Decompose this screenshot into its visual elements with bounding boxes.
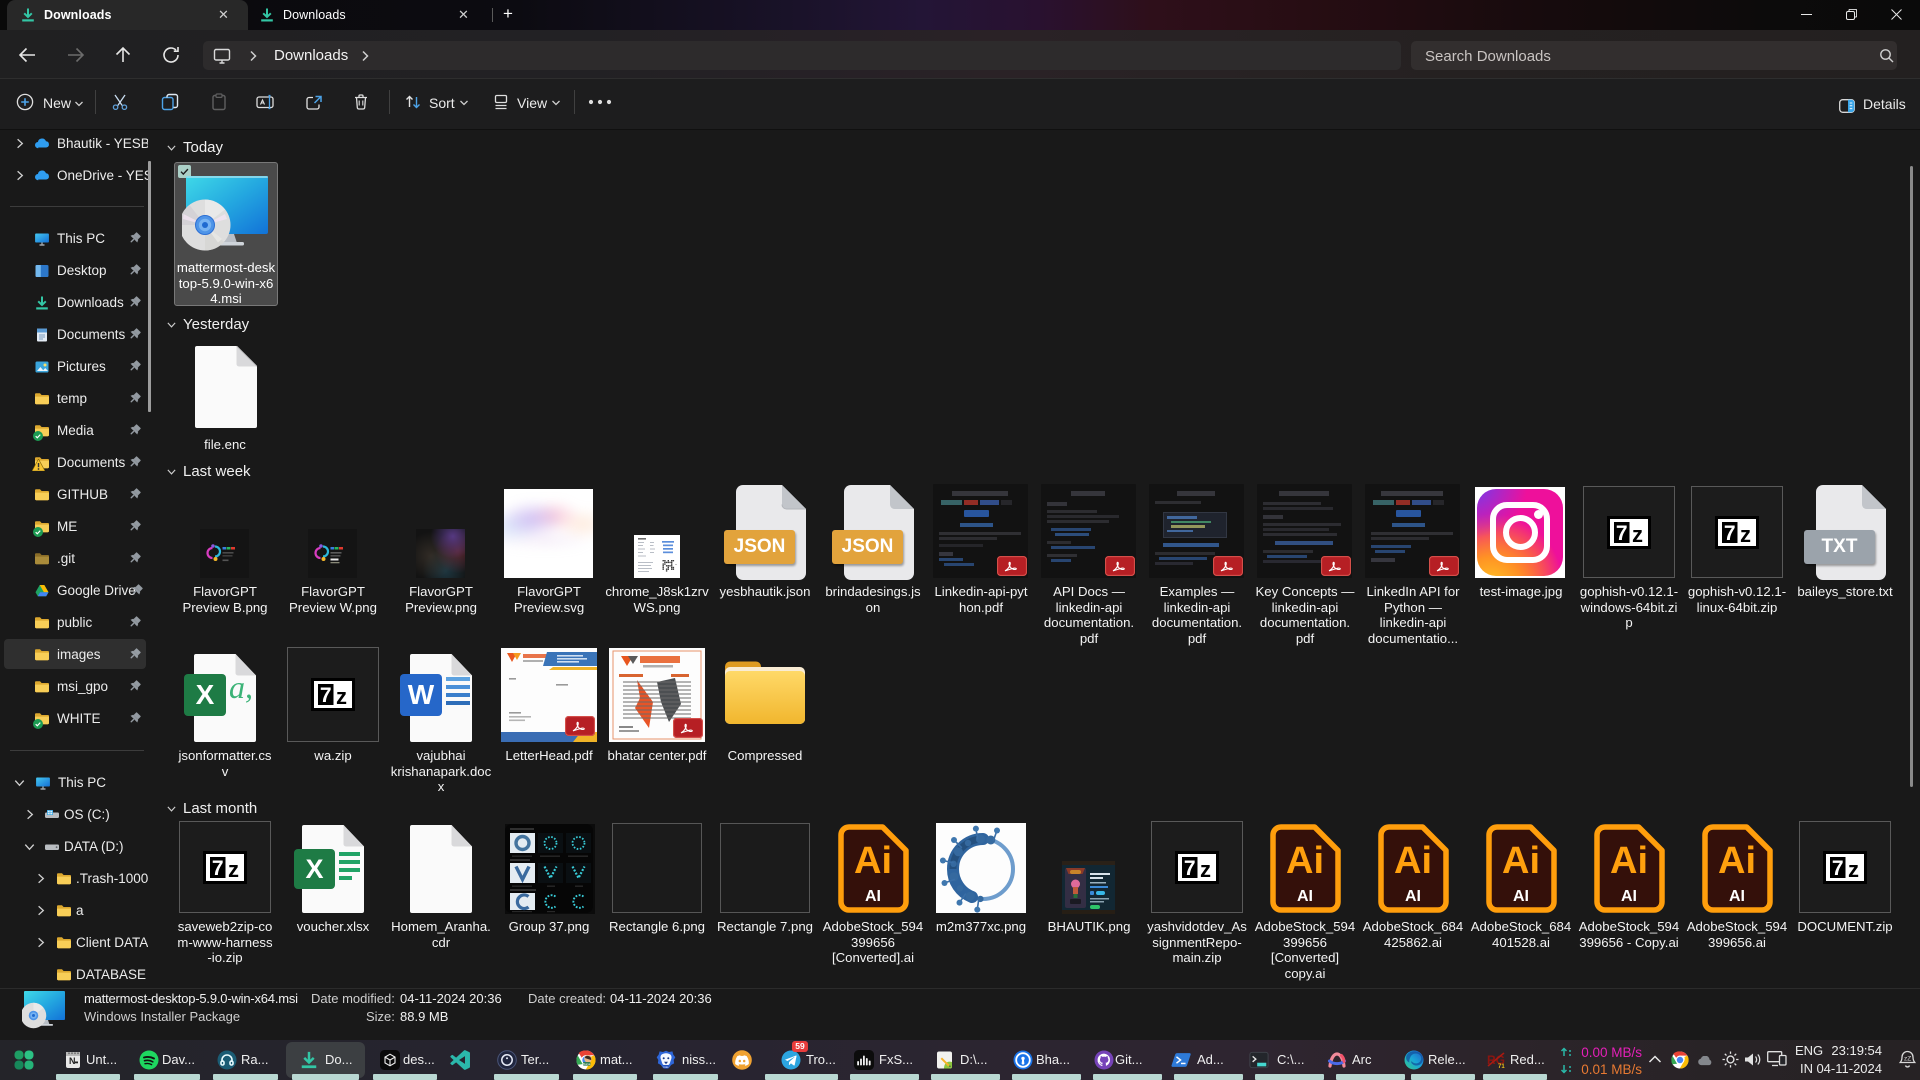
svg-text:Bursa: Bursa: [583, 1062, 591, 1066]
svg-text:zZ: zZ: [1904, 1056, 1911, 1063]
svg-text:N: N: [69, 1056, 76, 1066]
svg-text:71: 71: [1498, 1064, 1505, 1070]
svg-text:bots: bots: [664, 1065, 670, 1069]
